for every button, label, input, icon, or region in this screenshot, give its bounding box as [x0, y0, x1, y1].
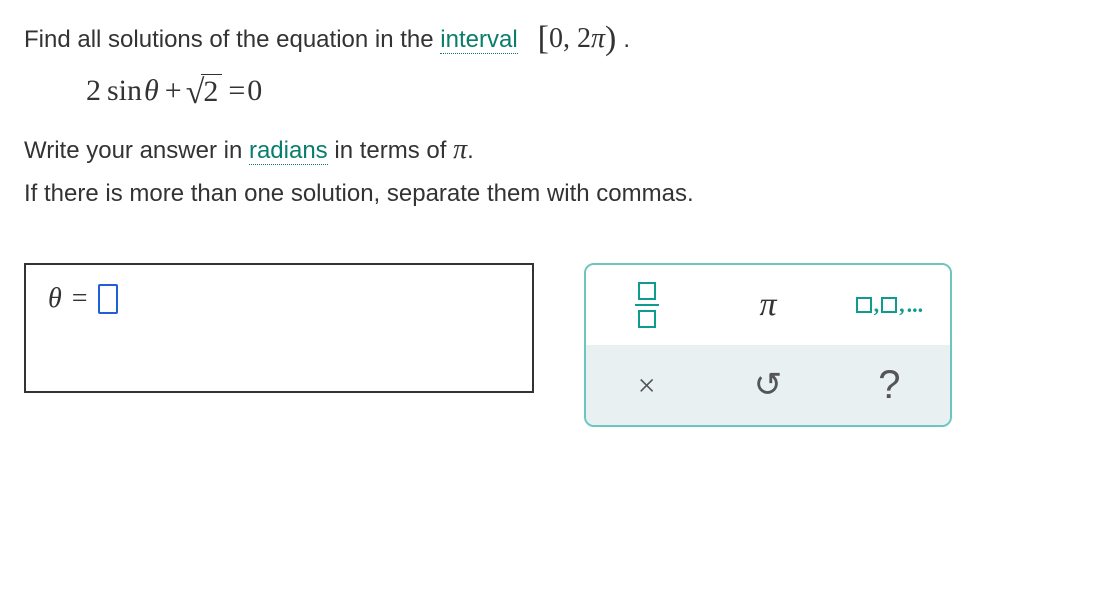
answer-region: θ = π ,,... × [24, 263, 1074, 427]
fraction-button[interactable] [586, 265, 707, 345]
instruction-2: If there is more than one solution, sepa… [24, 177, 1074, 212]
problem-prompt: Find all solutions of the equation in th… [24, 18, 1074, 56]
help-button[interactable]: ? [829, 345, 950, 425]
prompt-prefix: Find all solutions of the equation in th… [24, 26, 440, 53]
radians-term-link[interactable]: radians [249, 137, 328, 165]
fraction-icon [635, 282, 659, 328]
answer-input[interactable] [98, 284, 118, 314]
equals-label: = [72, 283, 88, 315]
list-button[interactable]: ,,... [829, 265, 950, 345]
interval-expression: [0, 2π) [538, 23, 624, 54]
clear-icon: × [638, 367, 656, 404]
answer-box[interactable]: θ = [24, 263, 534, 393]
instruction-1: Write your answer in radians in terms of… [24, 130, 1074, 171]
list-icon: ,,... [856, 292, 924, 318]
interval-term-link[interactable]: interval [440, 26, 517, 54]
theta-label: θ [48, 283, 62, 315]
tool-panel: π ,,... × ↺ ? [584, 263, 952, 427]
sqrt: √ 2 [186, 74, 223, 108]
equation: 2 sin θ + √ 2 = 0 [86, 74, 1074, 108]
help-icon: ? [878, 363, 900, 408]
pi-icon: π [759, 286, 776, 324]
undo-button[interactable]: ↺ [707, 345, 828, 425]
clear-button[interactable]: × [586, 345, 707, 425]
undo-icon: ↺ [754, 365, 783, 405]
pi-button[interactable]: π [707, 265, 828, 345]
